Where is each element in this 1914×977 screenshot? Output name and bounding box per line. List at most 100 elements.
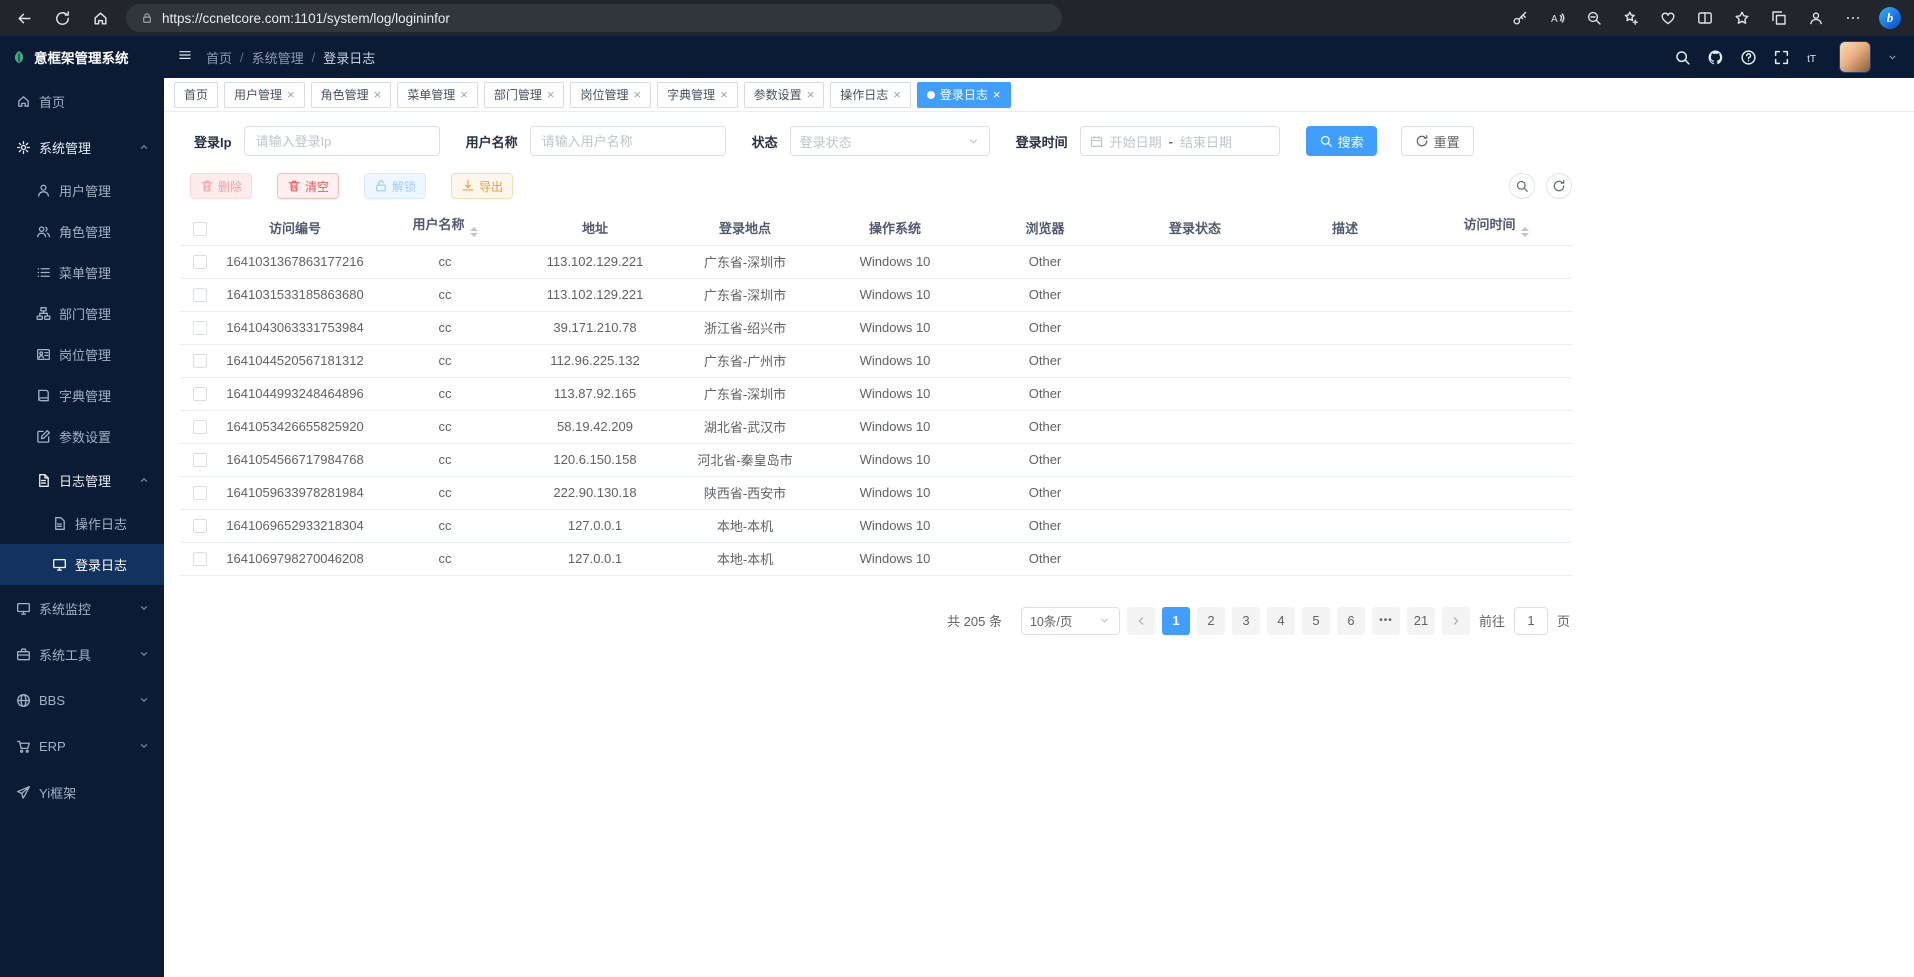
next-page-button[interactable]: [1442, 607, 1470, 635]
sidebar-item-yi[interactable]: Yi框架: [0, 769, 164, 815]
sidebar-item-dept[interactable]: 部门管理: [0, 293, 164, 334]
reset-button[interactable]: 重置: [1401, 126, 1474, 156]
row-checkbox[interactable]: [193, 321, 207, 335]
tab-param[interactable]: 参数设置×: [744, 82, 825, 108]
row-checkbox[interactable]: [193, 453, 207, 467]
select-all-checkbox[interactable]: [193, 222, 207, 236]
search-button[interactable]: [1674, 49, 1691, 66]
tab-close-icon[interactable]: ×: [720, 88, 728, 101]
tab-close-icon[interactable]: ×: [993, 88, 1001, 101]
sidebar-item-op-log[interactable]: 操作日志: [0, 503, 164, 544]
export-button[interactable]: 导出: [451, 173, 513, 199]
page-button-3[interactable]: 3: [1232, 607, 1260, 635]
page-button-21[interactable]: 21: [1407, 607, 1435, 635]
sidebar-item-role[interactable]: 角色管理: [0, 211, 164, 252]
row-checkbox[interactable]: [193, 552, 207, 566]
cell-address: 113.102.129.221: [520, 245, 670, 278]
sort-icon[interactable]: [1521, 223, 1529, 241]
page-size-select[interactable]: 10条/页: [1021, 607, 1120, 635]
breadcrumb-item[interactable]: 首页: [206, 48, 232, 67]
sidebar-item-login-log[interactable]: 登录日志: [0, 544, 164, 585]
tab-menu[interactable]: 菜单管理×: [397, 82, 478, 108]
help-button[interactable]: [1740, 49, 1757, 66]
delete-button[interactable]: 删除: [190, 173, 252, 199]
sort-icon[interactable]: [470, 223, 478, 241]
tab-dept[interactable]: 部门管理×: [484, 82, 565, 108]
login-time-range-picker[interactable]: 开始日期 - 结束日期: [1080, 126, 1280, 156]
unlock-button[interactable]: 解锁: [364, 173, 426, 199]
row-checkbox[interactable]: [193, 288, 207, 302]
sidebar-item-menu[interactable]: 菜单管理: [0, 252, 164, 293]
user-name-input[interactable]: [530, 126, 726, 156]
sidebar-item-dict[interactable]: 字典管理: [0, 375, 164, 416]
sidebar-item-tools[interactable]: 系统工具: [0, 631, 164, 677]
split-screen-button[interactable]: [1691, 4, 1719, 32]
tab-user[interactable]: 用户管理×: [224, 82, 305, 108]
row-checkbox[interactable]: [193, 255, 207, 269]
prev-page-button[interactable]: [1127, 607, 1155, 635]
page-button-6[interactable]: 6: [1337, 607, 1365, 635]
avatar[interactable]: [1839, 41, 1871, 73]
goto-page-input[interactable]: [1514, 607, 1548, 635]
copilot-button[interactable]: b: [1876, 4, 1904, 32]
sidebar-item-user[interactable]: 用户管理: [0, 170, 164, 211]
read-aloud-button[interactable]: A: [1543, 4, 1571, 32]
tab-close-icon[interactable]: ×: [893, 88, 901, 101]
login-ip-input[interactable]: [244, 126, 440, 156]
browser-back-button[interactable]: [10, 4, 38, 32]
zoom-out-button[interactable]: [1580, 4, 1608, 32]
sidebar-item-system[interactable]: 系统管理: [0, 124, 164, 170]
tab-role[interactable]: 角色管理×: [311, 82, 392, 108]
browser-home-button[interactable]: [86, 4, 114, 32]
toggle-search-button[interactable]: [1509, 173, 1535, 199]
column-header[interactable]: 用户名称: [370, 211, 520, 245]
browser-essentials-button[interactable]: [1654, 4, 1682, 32]
row-checkbox[interactable]: [193, 420, 207, 434]
address-bar[interactable]: https://ccnetcore.com:1101/system/log/lo…: [126, 4, 1062, 32]
more-button[interactable]: [1839, 4, 1867, 32]
favorites-button[interactable]: [1728, 4, 1756, 32]
tab-close-icon[interactable]: ×: [633, 88, 641, 101]
clear-button[interactable]: 清空: [277, 173, 339, 199]
row-checkbox[interactable]: [193, 354, 207, 368]
breadcrumb-item[interactable]: 系统管理: [252, 48, 304, 67]
row-checkbox[interactable]: [193, 387, 207, 401]
add-favorite-button[interactable]: [1617, 4, 1645, 32]
browser-reload-button[interactable]: [48, 4, 76, 32]
font-size-button[interactable]: tT: [1806, 49, 1823, 66]
collapse-sidebar-button[interactable]: [178, 48, 192, 67]
sidebar-item-log[interactable]: 日志管理: [0, 457, 164, 503]
tab-close-icon[interactable]: ×: [374, 88, 382, 101]
fullscreen-button[interactable]: [1773, 49, 1790, 66]
column-header[interactable]: 访问时间: [1420, 211, 1572, 245]
sidebar-item-bbs[interactable]: BBS: [0, 677, 164, 723]
row-checkbox[interactable]: [193, 519, 207, 533]
sidebar-item-monitor[interactable]: 系统监控: [0, 585, 164, 631]
sidebar-item-post[interactable]: 岗位管理: [0, 334, 164, 375]
sidebar-item-erp[interactable]: ERP: [0, 723, 164, 769]
tab-login-log[interactable]: 登录日志×: [917, 82, 1011, 108]
tab-close-icon[interactable]: ×: [547, 88, 555, 101]
tab-close-icon[interactable]: ×: [460, 88, 468, 101]
sidebar-item-home[interactable]: 首页: [0, 78, 164, 124]
sidebar-item-param[interactable]: 参数设置: [0, 416, 164, 457]
status-select[interactable]: 登录状态: [790, 126, 990, 156]
page-button-1[interactable]: 1: [1162, 607, 1190, 635]
github-button[interactable]: [1707, 49, 1724, 66]
tab-close-icon[interactable]: ×: [287, 88, 295, 101]
page-ellipsis[interactable]: •••: [1372, 607, 1400, 635]
tab-post[interactable]: 岗位管理×: [570, 82, 651, 108]
tab-close-icon[interactable]: ×: [807, 88, 815, 101]
page-button-2[interactable]: 2: [1197, 607, 1225, 635]
collections-button[interactable]: [1765, 4, 1793, 32]
tab-home[interactable]: 首页: [174, 82, 218, 108]
tab-dict[interactable]: 字典管理×: [657, 82, 738, 108]
tab-op-log[interactable]: 操作日志×: [830, 82, 911, 108]
profile-button[interactable]: [1802, 4, 1830, 32]
search-button[interactable]: 搜索: [1306, 126, 1377, 156]
refresh-table-button[interactable]: [1546, 173, 1572, 199]
page-button-5[interactable]: 5: [1302, 607, 1330, 635]
key-button[interactable]: [1506, 4, 1534, 32]
page-button-4[interactable]: 4: [1267, 607, 1295, 635]
row-checkbox[interactable]: [193, 486, 207, 500]
